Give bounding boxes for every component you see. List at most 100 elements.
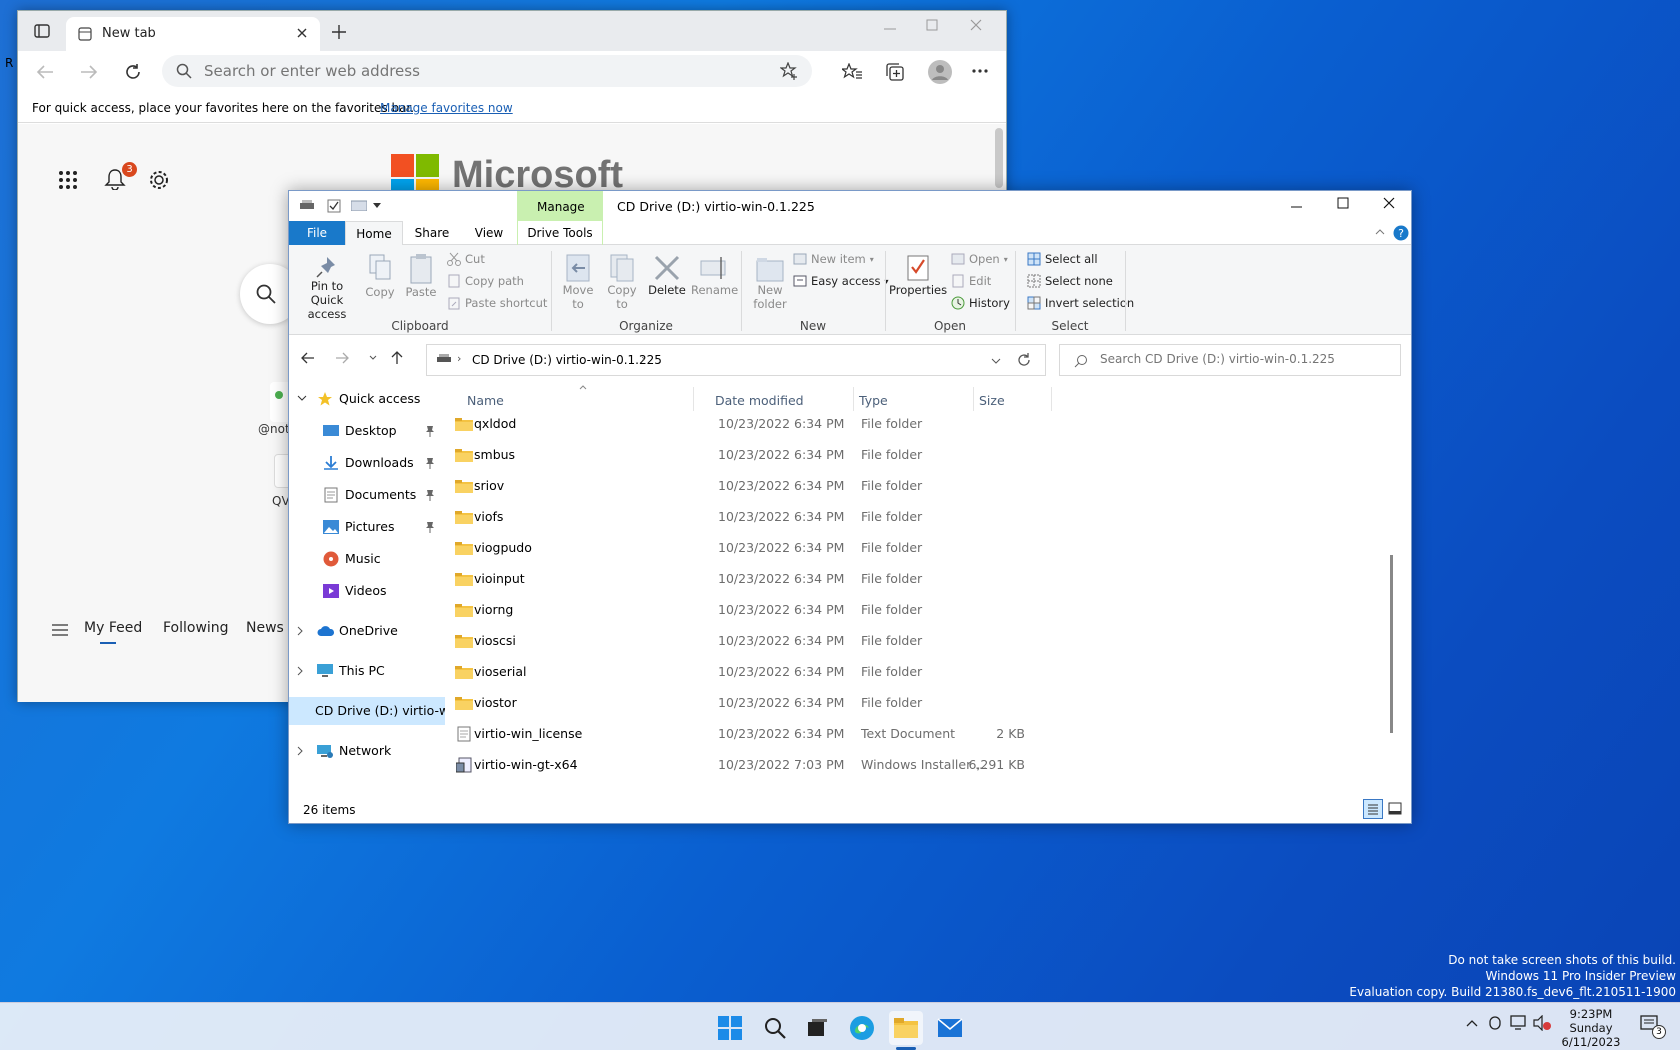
table-row[interactable]: vioserial 10/23/2022 6:34 PM File folder	[449, 656, 1349, 687]
up-icon[interactable]	[391, 351, 403, 365]
path-dropdown-icon[interactable]	[991, 358, 1001, 364]
refresh-icon[interactable]	[124, 63, 142, 81]
details-view-icon[interactable]	[1363, 799, 1383, 819]
search-box[interactable]	[1059, 344, 1401, 376]
table-row[interactable]: qxldod 10/23/2022 6:34 PM File folder	[449, 408, 1349, 439]
recent-locations-icon[interactable]	[369, 355, 377, 361]
nav-videos[interactable]: Videos	[323, 577, 387, 605]
breadcrumb-path[interactable]: CD Drive (D:) virtio-win-0.1.225	[472, 353, 662, 367]
tab-view[interactable]: View	[461, 221, 517, 245]
address-input[interactable]	[204, 61, 724, 81]
cut-button[interactable]: Cut	[447, 249, 485, 269]
edge-taskbar-button[interactable]	[845, 1011, 879, 1045]
quick-access-dropdown-icon[interactable]	[373, 203, 381, 209]
collections-icon[interactable]	[886, 63, 904, 81]
collapse-ribbon-icon[interactable]	[1375, 229, 1385, 235]
tab-share[interactable]: Share	[403, 221, 461, 245]
close-tab-icon[interactable]	[296, 27, 308, 39]
table-row[interactable]: smbus 10/23/2022 6:34 PM File folder	[449, 439, 1349, 470]
menu-hamburger-icon[interactable]	[52, 624, 68, 636]
new-tab-plus-icon[interactable]	[332, 25, 346, 39]
nav-onedrive[interactable]: OneDrive	[297, 617, 398, 645]
new-folder-quick-icon[interactable]	[351, 199, 367, 211]
forward-icon[interactable]	[80, 64, 98, 80]
minimize-icon[interactable]	[884, 23, 896, 35]
file-explorer-taskbar-button[interactable]	[889, 1011, 923, 1045]
table-row[interactable]: vioinput 10/23/2022 6:34 PM File folder	[449, 563, 1349, 594]
paste-button[interactable]: Paste	[401, 253, 441, 299]
profile-avatar[interactable]	[928, 60, 952, 84]
tab-actions-icon[interactable]	[34, 23, 50, 39]
table-row[interactable]: viostor 10/23/2022 6:34 PM File folder	[449, 687, 1349, 718]
address-bar[interactable]	[162, 55, 812, 87]
col-name[interactable]: Name	[467, 393, 504, 408]
nav-desktop[interactable]: Desktop	[323, 417, 435, 445]
manage-favorites-link[interactable]: Manage favorites now	[380, 101, 513, 115]
volume-muted-icon[interactable]	[1533, 1015, 1551, 1031]
copy-button[interactable]: Copy	[361, 253, 399, 299]
close-icon[interactable]	[1383, 197, 1395, 209]
maximize-icon[interactable]	[926, 19, 938, 31]
refresh-icon[interactable]	[1017, 353, 1031, 367]
favorites-icon[interactable]	[842, 63, 862, 81]
taskbar-search-button[interactable]	[758, 1011, 792, 1045]
open-button[interactable]: Open ▾	[951, 249, 1008, 269]
clock[interactable]: 9:23PM Sunday 6/11/2023	[1560, 1007, 1622, 1049]
vertical-scrollbar-thumb[interactable]	[1390, 555, 1393, 733]
show-hidden-icons[interactable]	[1466, 1019, 1478, 1027]
nav-pictures[interactable]: Pictures	[323, 513, 435, 541]
table-row[interactable]: viofs 10/23/2022 6:34 PM File folder	[449, 501, 1349, 532]
table-row[interactable]: viogpudo 10/23/2022 6:34 PM File folder	[449, 532, 1349, 563]
nav-network[interactable]: Network	[297, 737, 391, 765]
properties-button[interactable]: Properties	[889, 253, 947, 297]
pin-quick-access-button[interactable]: Pin to Quick access	[295, 255, 359, 321]
feed-tab-my-feed[interactable]: My Feed	[84, 620, 142, 636]
address-path-box[interactable]: › CD Drive (D:) virtio-win-0.1.225 ›	[426, 344, 1046, 376]
minimize-icon[interactable]	[1291, 201, 1303, 213]
mail-taskbar-button[interactable]	[933, 1011, 967, 1045]
move-to-button[interactable]: Move to	[557, 253, 599, 311]
table-row[interactable]: virtio-win_license 10/23/2022 6:34 PM Text…	[449, 718, 1349, 749]
more-icon[interactable]	[972, 69, 988, 73]
tab-home[interactable]: Home	[345, 221, 403, 245]
rename-button[interactable]: Rename	[691, 253, 738, 297]
copy-path-button[interactable]: Copy path	[447, 271, 524, 291]
tab-drive-tools[interactable]: Drive Tools	[517, 221, 603, 245]
large-icons-view-icon[interactable]	[1387, 801, 1403, 817]
search-input[interactable]	[1100, 352, 1390, 366]
invert-selection-button[interactable]: Invert selection	[1027, 293, 1134, 313]
col-date-modified[interactable]: Date modified	[715, 393, 804, 408]
select-all-button[interactable]: Select all	[1027, 249, 1098, 269]
paste-shortcut-button[interactable]: Paste shortcut	[447, 293, 547, 313]
network-status-icon[interactable]	[1510, 1015, 1528, 1031]
task-view-button[interactable]	[800, 1011, 834, 1045]
back-icon[interactable]	[301, 352, 315, 364]
new-item-button[interactable]: New item ▾	[793, 249, 874, 269]
delete-button[interactable]: Delete	[645, 253, 689, 297]
column-divider[interactable]	[973, 387, 974, 411]
settings-gear-icon[interactable]	[148, 169, 170, 191]
select-none-button[interactable]: Select none	[1027, 271, 1113, 291]
apps-grid-icon[interactable]	[58, 170, 78, 190]
nav-this-pc[interactable]: This PC	[297, 657, 385, 685]
nav-downloads[interactable]: Downloads	[323, 449, 435, 477]
easy-access-button[interactable]: Easy access ▾	[793, 271, 889, 291]
edit-button[interactable]: Edit	[951, 271, 991, 291]
nav-documents[interactable]: Documents	[323, 481, 435, 509]
table-row[interactable]: vioscsi 10/23/2022 6:34 PM File folder	[449, 625, 1349, 656]
back-icon[interactable]	[36, 64, 54, 80]
add-favorite-icon[interactable]	[780, 62, 798, 80]
nav-quick-access[interactable]: Quick access	[297, 385, 420, 413]
forward-icon[interactable]	[335, 352, 349, 364]
nav-cd-drive[interactable]: CD Drive (D:) virtio-w	[289, 697, 445, 725]
start-button[interactable]	[713, 1011, 747, 1045]
feed-tab-news[interactable]: News	[246, 620, 284, 636]
tab-new-tab[interactable]: New tab	[66, 17, 320, 51]
scrollbar[interactable]	[995, 128, 1003, 188]
col-size[interactable]: Size	[979, 393, 1005, 408]
properties-quick-icon[interactable]	[327, 199, 341, 213]
table-row[interactable]: virtio-win-gt-x64 10/23/2022 7:03 PM Windo…	[449, 749, 1349, 780]
column-divider[interactable]	[693, 387, 694, 411]
manage-context-tab[interactable]: Manage	[517, 191, 603, 221]
history-button[interactable]: History	[951, 293, 1010, 313]
